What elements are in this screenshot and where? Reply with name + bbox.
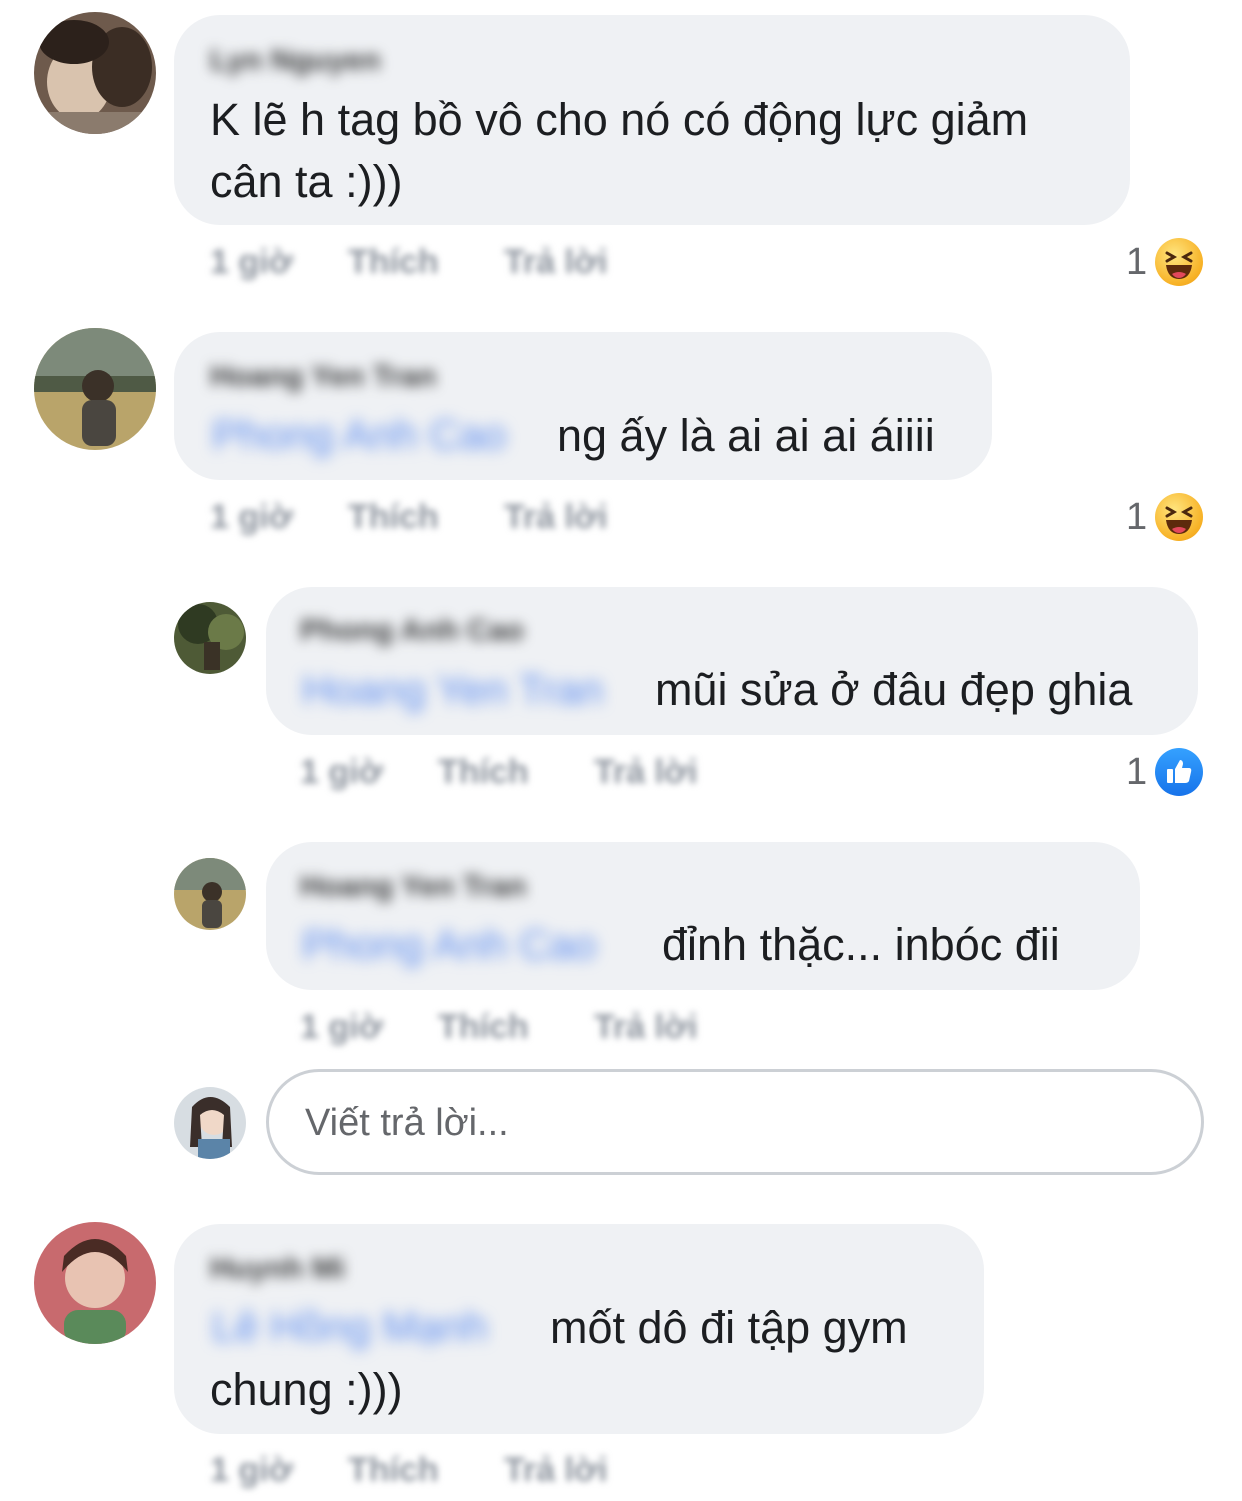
reaction-summary[interactable]: 1 bbox=[1126, 238, 1204, 286]
comment-text: đỉnh thặc... inbóc đii bbox=[662, 919, 1060, 970]
comment-text: mũi sửa ở đâu đẹp ghia bbox=[655, 664, 1133, 715]
like-button[interactable]: Thích bbox=[348, 242, 439, 282]
like-button[interactable]: Thích bbox=[438, 1007, 529, 1047]
reaction-count: 1 bbox=[1126, 495, 1148, 538]
haha-icon bbox=[1155, 238, 1204, 286]
comment-author[interactable]: Hoang Yen Tran bbox=[210, 360, 436, 394]
comment-text: mốt dô đi tập gym bbox=[550, 1302, 908, 1353]
mention-link[interactable]: Phong Anh Cao bbox=[212, 410, 506, 460]
comment-time: 1 giờ bbox=[300, 1008, 383, 1046]
reply-button[interactable]: Trả lời bbox=[594, 752, 698, 792]
comment-text: ng ấy là ai ai ai áiiii bbox=[557, 410, 935, 461]
like-icon bbox=[1155, 748, 1204, 796]
comment-text: K lẽ h tag bồ vô cho nó có động lực giảm bbox=[210, 94, 1029, 145]
reaction-summary[interactable]: 1 bbox=[1126, 493, 1204, 541]
reply-button[interactable]: Trả lời bbox=[504, 1450, 608, 1490]
avatar[interactable] bbox=[174, 602, 246, 674]
comment-text: chung :))) bbox=[210, 1364, 403, 1415]
reply-button[interactable]: Trả lời bbox=[504, 242, 608, 282]
comment-author[interactable]: Hoang Yen Tran bbox=[300, 870, 526, 904]
comment-author[interactable]: Lyn Nguyen bbox=[210, 44, 381, 78]
reply-button[interactable]: Trả lời bbox=[594, 1007, 698, 1047]
haha-icon bbox=[1155, 493, 1204, 541]
avatar[interactable] bbox=[34, 328, 156, 450]
comment-time: 1 giờ bbox=[210, 243, 293, 281]
avatar[interactable] bbox=[34, 1222, 156, 1344]
current-user-avatar bbox=[174, 1087, 246, 1159]
like-button[interactable]: Thích bbox=[438, 752, 529, 792]
reply-input-container[interactable] bbox=[266, 1069, 1204, 1175]
reaction-summary[interactable]: 1 bbox=[1126, 748, 1204, 796]
like-button[interactable]: Thích bbox=[348, 497, 439, 537]
mention-link[interactable]: Lê Hồng Mạnh bbox=[212, 1302, 488, 1352]
reaction-count: 1 bbox=[1126, 240, 1148, 283]
reply-input[interactable] bbox=[303, 1072, 1167, 1174]
comment-author[interactable]: Phong Anh Cao bbox=[300, 614, 524, 648]
mention-link[interactable]: Hoang Yen Tran bbox=[302, 665, 603, 715]
comment-time: 1 giờ bbox=[300, 753, 383, 791]
comment-time: 1 giờ bbox=[210, 498, 293, 536]
comment-author[interactable]: Huynh Mi bbox=[210, 1252, 345, 1286]
comment-time: 1 giờ bbox=[210, 1451, 293, 1489]
reaction-count: 1 bbox=[1126, 750, 1148, 793]
avatar[interactable] bbox=[34, 12, 156, 134]
avatar[interactable] bbox=[174, 858, 246, 930]
reply-button[interactable]: Trả lời bbox=[504, 497, 608, 537]
comment-text: cân ta :))) bbox=[210, 156, 403, 207]
mention-link[interactable]: Phong Anh Cao bbox=[302, 920, 596, 970]
like-button[interactable]: Thích bbox=[348, 1450, 439, 1490]
